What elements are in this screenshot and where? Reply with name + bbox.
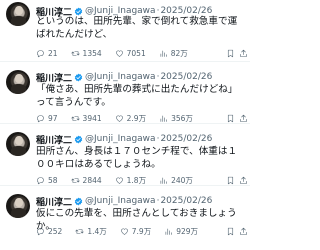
bookmark-icon	[227, 176, 234, 184]
views-bar-chart-icon	[165, 228, 173, 235]
share-button[interactable]	[239, 114, 248, 123]
share-button[interactable]	[239, 176, 248, 185]
tweet-actions: 252 1.4万 7.9万 929万	[36, 225, 248, 237]
retweet-count: 3941	[82, 113, 102, 123]
separator-dot: ·	[156, 72, 160, 82]
author-handle[interactable]: @Junji_Inagawa	[85, 196, 156, 206]
reply-button[interactable]: 97	[36, 114, 58, 123]
retweet-count: 2844	[82, 175, 102, 185]
reply-icon	[37, 176, 44, 184]
views-button[interactable]: 82万	[159, 48, 188, 59]
tweet-header: 稲川淳二 @Junji_Inagawa · 2025/02/26	[36, 132, 246, 146]
tweet-text: というのは、田所先輩、家で倒れて救急車で運ばれたんだけど、	[36, 16, 238, 40]
like-count: 2.9万	[126, 113, 147, 123]
share-icon	[240, 227, 247, 235]
tweet-text: 「俺さあ、田所先輩の葬式に出たんだけどね」って言うんです。	[36, 84, 238, 108]
views-bar-chart-icon	[160, 177, 167, 184]
heart-icon	[115, 50, 123, 57]
share-icon	[240, 49, 247, 57]
separator-dot: ·	[156, 196, 160, 206]
author-name[interactable]: 稲川淳二	[36, 133, 72, 146]
tweet-header: 稲川淳二 @Junji_Inagawa · 2025/02/26	[36, 70, 246, 84]
author-name[interactable]: 稲川淳二	[36, 71, 72, 84]
reply-button[interactable]: 58	[36, 176, 58, 185]
tweet-actions: 21 1354 7051 82万	[36, 47, 248, 59]
verified-badge-icon	[74, 135, 83, 143]
like-count: 7051	[126, 48, 146, 58]
tweet[interactable]: 稲川淳二 @Junji_Inagawa · 2025/02/26 というのは、田…	[0, 0, 250, 62]
share-icon	[240, 114, 247, 122]
views-count: 929万	[176, 226, 199, 236]
share-button[interactable]	[239, 227, 248, 236]
verified-badge-icon	[74, 73, 83, 81]
author-name[interactable]: 稲川淳二	[36, 195, 72, 208]
bookmark-icon	[227, 49, 234, 57]
like-button[interactable]: 1.8万	[115, 175, 146, 186]
bookmark-button[interactable]	[226, 176, 235, 185]
like-button[interactable]: 2.9万	[115, 113, 146, 124]
views-count: 82万	[170, 48, 188, 58]
tweet[interactable]: 稲川淳二 @Junji_Inagawa · 2025/02/26 田所さん、身長…	[0, 124, 250, 186]
heart-icon	[115, 115, 123, 122]
views-count: 240万	[171, 175, 193, 185]
reply-count: 97	[48, 113, 58, 123]
tweet-actions: 97 3941 2.9万 356万	[36, 112, 248, 124]
tweet[interactable]: 稲川淳二 @Junji_Inagawa · 2025/02/26 仮にこの先輩を…	[0, 186, 250, 250]
reply-button[interactable]: 21	[36, 49, 58, 58]
views-bar-chart-icon	[160, 50, 167, 57]
retweet-count: 1.4万	[87, 226, 107, 236]
tweet-header: 稲川淳二 @Junji_Inagawa · 2025/02/26	[36, 194, 246, 208]
avatar[interactable]	[6, 194, 30, 218]
views-button[interactable]: 240万	[159, 175, 193, 186]
retweet-button[interactable]: 1354	[70, 48, 102, 58]
tweet-text: 田所さん、身長は１７０センチ程で、体重は１００キロはあるでしょうね。	[36, 146, 238, 170]
like-count: 1.8万	[126, 175, 147, 185]
timeline-feed: 稲川淳二 @Junji_Inagawa · 2025/02/26 というのは、田…	[0, 0, 250, 250]
reply-count: 58	[48, 175, 58, 185]
author-handle[interactable]: @Junji_Inagawa	[85, 134, 156, 144]
reply-icon	[37, 49, 44, 57]
tweet-date[interactable]: 2025/02/26	[160, 72, 212, 82]
tweet[interactable]: 稲川淳二 @Junji_Inagawa · 2025/02/26 「俺さあ、田所…	[0, 62, 250, 124]
like-button[interactable]: 7051	[115, 49, 146, 58]
retweet-icon	[70, 177, 80, 183]
views-count: 356万	[171, 113, 193, 123]
bookmark-icon	[227, 114, 234, 122]
retweet-icon	[70, 50, 80, 56]
retweet-button[interactable]: 3941	[70, 113, 102, 123]
retweet-icon	[75, 228, 84, 234]
retweet-button[interactable]: 2844	[70, 175, 102, 185]
retweet-icon	[70, 115, 80, 121]
reply-count: 21	[48, 48, 58, 58]
separator-dot: ·	[156, 134, 160, 144]
retweet-button[interactable]: 1.4万	[75, 226, 107, 237]
heart-icon	[120, 228, 128, 235]
reply-icon	[37, 227, 44, 235]
reply-count: 252	[48, 226, 63, 236]
bookmark-icon	[227, 227, 234, 235]
avatar[interactable]	[6, 132, 30, 156]
views-button[interactable]: 356万	[159, 113, 193, 124]
heart-icon	[115, 177, 123, 184]
avatar[interactable]	[6, 70, 30, 94]
reply-icon	[37, 114, 44, 122]
tweet-actions: 58 2844 1.8万 240万	[36, 174, 248, 186]
author-handle[interactable]: @Junji_Inagawa	[85, 72, 156, 82]
share-button[interactable]	[239, 49, 248, 58]
like-button[interactable]: 7.9万	[120, 226, 151, 237]
bookmark-button[interactable]	[226, 49, 235, 58]
reply-button[interactable]: 252	[36, 227, 62, 236]
tweet-date[interactable]: 2025/02/26	[160, 196, 212, 206]
retweet-count: 1354	[82, 48, 102, 58]
avatar[interactable]	[6, 2, 30, 26]
like-count: 7.9万	[131, 226, 152, 236]
tweet-date[interactable]: 2025/02/26	[160, 134, 212, 144]
bookmark-button[interactable]	[226, 114, 235, 123]
views-button[interactable]: 929万	[164, 226, 198, 237]
bookmark-button[interactable]	[226, 227, 235, 236]
share-icon	[240, 176, 247, 184]
verified-badge-icon	[74, 197, 83, 205]
views-bar-chart-icon	[160, 115, 167, 122]
